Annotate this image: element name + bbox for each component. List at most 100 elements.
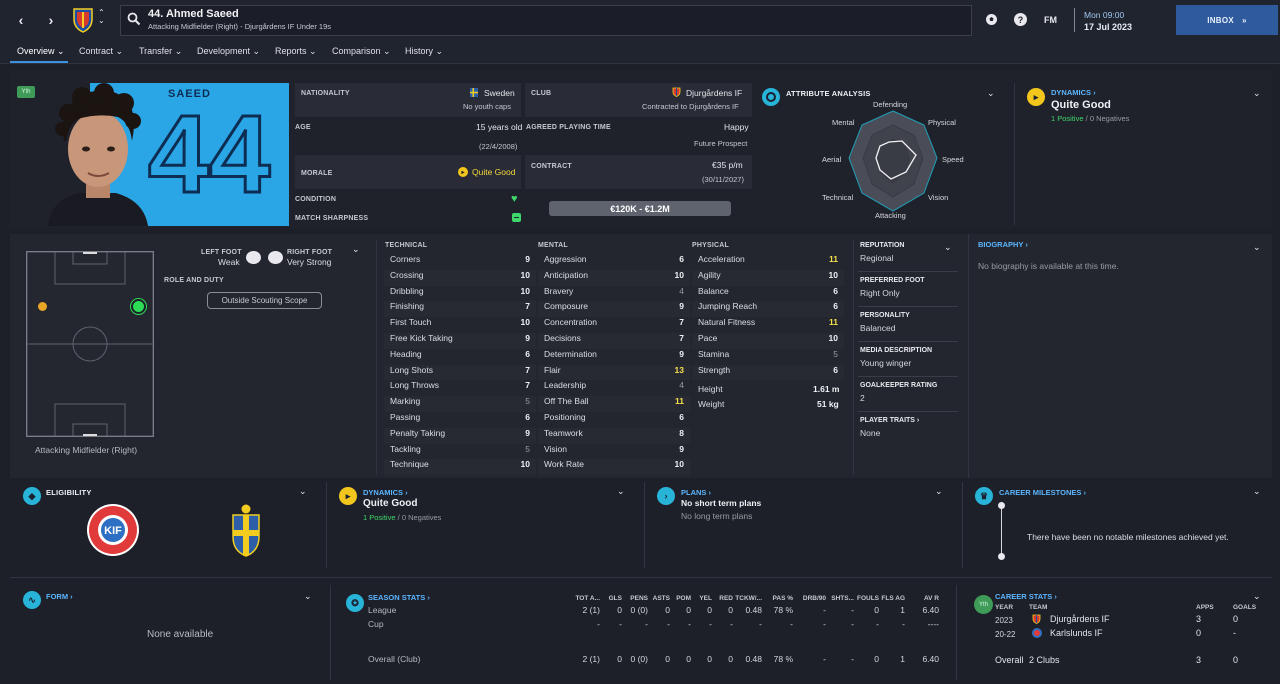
attribute-row[interactable]: Finishing 7 [384,301,536,318]
attribute-row[interactable]: Pace 10 [692,333,844,349]
chevron-down-icon[interactable]: ⌄ [987,88,995,99]
season-stats-column-header[interactable]: ASTS [653,595,670,602]
career-milestones-link[interactable]: CAREER MILESTONES › [999,488,1086,497]
search-icon[interactable] [127,12,141,28]
dynamics-link[interactable]: DYNAMICS › [1051,88,1096,97]
inbox-button[interactable]: INBOX » [1176,5,1278,35]
help-icon[interactable]: ? [1014,13,1027,26]
attribute-row[interactable]: Tackling 5 [384,444,536,460]
attribute-row[interactable]: Composure 9 [538,301,690,318]
career-row-team[interactable]: Djurgårdens IF [1050,614,1110,624]
player-traits-block[interactable]: PLAYER TRAITS › None [860,417,960,438]
season-stats-column-header[interactable]: SHTS... [831,595,854,602]
attribute-row[interactable]: Leadership 4 [538,380,690,396]
chevron-down-icon[interactable]: ⌄ [1253,591,1261,602]
chevron-down-icon[interactable]: ⌄ [617,486,625,497]
playing-time-status: Happy [724,122,749,132]
scouting-scope-button[interactable]: Outside Scouting Scope [207,292,322,309]
attribute-row[interactable]: Positioning 6 [538,412,690,428]
attribute-row[interactable]: Free Kick Taking 9 [384,333,536,349]
attribute-row[interactable]: Off The Ball 11 [538,396,690,412]
chevron-down-icon[interactable]: ⌄ [352,244,360,255]
chevron-updown-icon[interactable]: ⌃ ⌄ [98,9,105,25]
forward-arrow-icon[interactable]: › [40,9,62,31]
attribute-row[interactable]: Stamina 5 [692,349,844,365]
season-stats-column-header[interactable]: AV R [924,595,939,602]
attribute-row[interactable]: Bravery 4 [538,286,690,302]
attribute-value: 11 [829,254,838,264]
season-stats-cell: 0 [617,654,622,664]
karlslunds-crest-icon[interactable]: KIF [86,503,140,559]
season-stats-cell: 0 [686,605,691,615]
attribute-row[interactable]: Marking 5 [384,396,536,412]
fm-logo[interactable]: FM [1044,15,1057,25]
season-stats-column-header[interactable]: TCKW/... [735,595,762,602]
attribute-row[interactable]: Natural Fitness 11 [692,317,844,333]
tab-history[interactable]: History ⌄ [405,46,443,57]
club-crest-icon[interactable] [72,7,94,33]
attribute-row[interactable]: Long Throws 7 [384,380,536,396]
ball-icon[interactable] [985,13,998,28]
attribute-row[interactable]: Long Shots 7 [384,364,536,381]
attribute-row[interactable]: Technique 10 [384,459,536,476]
attribute-row[interactable]: Penalty Taking 9 [384,427,536,444]
career-row-team[interactable]: Karlslunds IF [1050,628,1103,638]
back-arrow-icon[interactable]: ‹ [10,9,32,31]
attribute-row[interactable]: Flair 13 [538,364,690,381]
season-stats-column-header[interactable]: GLS [609,595,622,602]
attribute-row[interactable]: Work Rate 10 [538,459,690,476]
club-value[interactable]: Djurgårdens IF [686,88,742,98]
attribute-row[interactable]: Anticipation 10 [538,269,690,286]
chevron-down-icon[interactable]: ⌄ [1253,88,1261,99]
form-link[interactable]: FORM › [46,592,73,601]
chevron-down-icon[interactable]: ⌄ [944,242,952,253]
player-search-box[interactable] [120,5,972,36]
attribute-row[interactable]: Decisions 7 [538,333,690,349]
season-stats-column-header[interactable]: FOULS [857,595,879,602]
attribute-row[interactable]: Teamwork 8 [538,427,690,444]
attribute-row[interactable]: Balance 6 [692,286,844,302]
season-stats-column-header[interactable]: PAS % [773,595,793,602]
season-stats-column-header[interactable]: RED [719,595,733,602]
tab-reports[interactable]: Reports ⌄ [275,46,317,57]
attribute-row[interactable]: First Touch 10 [384,317,536,333]
attribute-row[interactable]: Strength 6 [692,364,844,381]
chevron-down-icon[interactable]: ⌄ [304,591,312,602]
chevron-down-icon[interactable]: ⌄ [1253,486,1261,497]
season-stats-cell: - [851,654,854,664]
attribute-row[interactable]: Dribbling 10 [384,286,536,302]
tab-development[interactable]: Development ⌄ [197,46,260,57]
season-stats-column-header[interactable]: POM [676,595,691,602]
attribute-row[interactable]: Jumping Reach 6 [692,301,844,318]
attribute-name: Balance [698,285,729,296]
tab-comparison[interactable]: Comparison ⌄ [332,46,391,57]
dynamics-link[interactable]: DYNAMICS › [363,488,408,497]
career-row-year: 20-22 [995,630,1016,639]
plans-link[interactable]: PLANS › [681,488,711,497]
attribute-row[interactable]: Corners 9 [384,254,536,270]
attribute-row[interactable]: Vision 9 [538,444,690,460]
attribute-row[interactable]: Acceleration 11 [692,254,844,270]
attribute-row[interactable]: Determination 9 [538,349,690,365]
attribute-row[interactable]: Crossing 10 [384,269,536,286]
biography-link[interactable]: BIOGRAPHY › [978,240,1028,249]
attribute-row[interactable]: Concentration 7 [538,317,690,333]
attribute-row[interactable]: Aggression 6 [538,254,690,270]
season-stats-column-header[interactable]: DRB/90 [803,595,826,602]
sweden-federation-crest-icon[interactable] [231,503,261,559]
tab-contract[interactable]: Contract ⌄ [79,46,123,57]
season-stats-column-header[interactable]: TOT A... [575,595,600,602]
season-stats-column-header[interactable]: YEL [699,595,712,602]
tab-overview[interactable]: Overview ⌄ [17,46,65,57]
tab-transfer[interactable]: Transfer ⌄ [139,46,182,57]
attribute-row[interactable]: Agility 10 [692,269,844,286]
season-stats-column-header[interactable]: FLS AG [881,595,905,602]
career-stats-link[interactable]: CAREER STATS › [995,592,1057,601]
chevron-down-icon[interactable]: ⌄ [1253,242,1261,253]
transfer-value-bar[interactable]: €120K - €1.2M [549,201,731,216]
season-stats-column-header[interactable]: PENS [630,595,648,602]
attribute-row[interactable]: Passing 6 [384,412,536,428]
chevron-down-icon[interactable]: ⌄ [935,486,943,497]
chevron-down-icon[interactable]: ⌄ [299,486,307,497]
attribute-row[interactable]: Heading 6 [384,349,536,365]
